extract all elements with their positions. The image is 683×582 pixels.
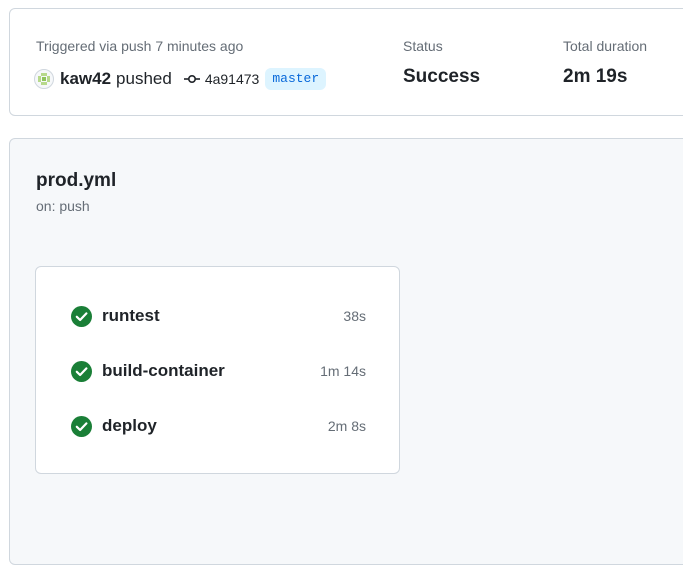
duration-label: Total duration — [563, 38, 648, 54]
check-circle-icon — [71, 360, 92, 382]
job-duration: 1m 14s — [320, 363, 366, 379]
workflow-graph-panel: prod.yml on: push runtest 38s build-cont… — [9, 138, 683, 565]
job-row-deploy[interactable]: deploy 2m 8s — [71, 414, 366, 438]
actor-row: kaw42 pushed 4a91473 master — [34, 67, 327, 91]
actor-action: pushed — [116, 69, 172, 88]
trigger-text: Triggered via push 7 minutes ago — [36, 38, 244, 54]
job-name: build-container — [102, 361, 225, 380]
commit-sha-link[interactable]: 4a91473 — [205, 71, 260, 87]
workflow-trigger: on: push — [36, 198, 90, 214]
identicon-icon — [38, 73, 50, 85]
duration-value: 2m 19s — [563, 66, 628, 87]
job-row-build-container[interactable]: build-container 1m 14s — [71, 359, 366, 383]
status-label: Status — [403, 38, 443, 54]
job-duration: 38s — [343, 308, 366, 324]
branch-badge[interactable]: master — [265, 68, 327, 90]
run-summary-card: Triggered via push 7 minutes ago kaw42 p… — [9, 8, 683, 116]
avatar[interactable] — [34, 69, 54, 89]
jobs-card: runtest 38s build-container 1m 14s deplo… — [35, 266, 400, 474]
job-name: deploy — [102, 416, 157, 435]
actor-name-link[interactable]: kaw42 — [60, 69, 111, 89]
workflow-name: prod.yml — [36, 170, 117, 191]
job-name: runtest — [102, 306, 160, 325]
check-circle-icon — [71, 415, 92, 437]
status-value: Success — [403, 66, 481, 87]
check-circle-icon — [71, 305, 92, 327]
job-row-runtest[interactable]: runtest 38s — [71, 304, 366, 328]
git-commit-icon — [183, 71, 200, 87]
job-duration: 2m 8s — [327, 418, 366, 434]
